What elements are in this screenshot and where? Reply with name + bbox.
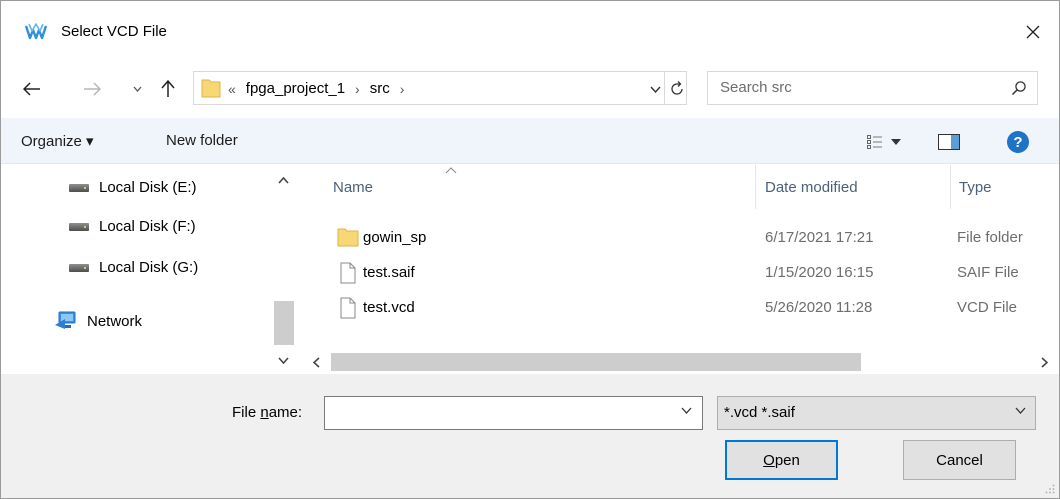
nav-item-local-disk-f[interactable]: Local Disk (F:) [69,218,196,235]
column-divider[interactable] [950,165,951,209]
nav-item-label: Local Disk (G:) [99,259,199,276]
cancel-button[interactable]: Cancel [903,440,1016,480]
file-type: SAIF File [957,264,1019,281]
search-input[interactable] [720,79,980,96]
file-icon [340,297,356,319]
nav-item-label: Local Disk (E:) [99,179,197,196]
file-row-test-vcd[interactable]: test.vcd 5/26/2020 11:28 VCD File [305,293,1059,323]
drive-icon [69,183,89,192]
navigation-pane: Local Disk (E:) Local Disk (F:) Local Di… [1,165,297,373]
label-hotkey: n [260,404,269,421]
column-header-name[interactable]: Name [333,179,373,196]
chevron-down-icon[interactable] [681,407,692,414]
open-button-label: Open [763,452,800,469]
file-type: File folder [957,229,1023,246]
file-name: test.saif [363,264,415,281]
file-type-filter-value: *.vcd *.saif [724,404,795,421]
address-bar[interactable]: « fpga_project_1 › src › [193,71,687,105]
file-date: 6/17/2021 17:21 [765,229,874,246]
search-box [707,71,1038,105]
file-row-test-saif[interactable]: test.saif 1/15/2020 16:15 SAIF File [305,258,1059,288]
label-text: File [232,404,261,421]
dialog-title: Select VCD File [61,23,167,40]
scroll-right-icon[interactable] [1041,357,1048,368]
search-icon[interactable] [1011,80,1027,96]
column-header-type[interactable]: Type [959,179,992,196]
chevron-down-icon [1015,407,1026,414]
gowin-logo-icon [25,23,47,40]
nav-item-network[interactable]: Network [53,311,142,331]
address-history-dropdown[interactable] [646,80,664,98]
recent-locations-button[interactable] [129,77,145,101]
navigation-pane-scrollbar[interactable] [271,165,297,373]
close-icon [1026,25,1040,39]
label-hotkey: O [763,451,775,469]
drive-icon [69,263,89,272]
breadcrumb-separator[interactable]: › [400,81,405,97]
refresh-icon [670,80,683,95]
refresh-button[interactable] [664,71,688,105]
title-bar: Select VCD File [1,1,1059,63]
back-button[interactable] [19,77,45,101]
scroll-down-icon[interactable] [278,357,289,364]
nav-item-label: Local Disk (F:) [99,218,196,235]
file-row-gowin-sp[interactable]: gowin_sp 6/17/2021 17:21 File folder [305,223,1059,253]
breadcrumb-overflow[interactable]: « [228,81,236,97]
file-date: 1/15/2020 16:15 [765,264,874,281]
scroll-up-icon[interactable] [278,177,289,184]
arrow-up-icon [161,80,175,97]
close-button[interactable] [1007,1,1059,63]
file-icon [340,262,356,284]
folder-icon [201,79,221,98]
scroll-left-icon[interactable] [313,357,320,368]
chevron-down-icon [649,86,661,93]
arrow-right-icon [84,82,101,96]
up-button[interactable] [157,77,179,101]
sort-ascending-icon [445,167,457,174]
column-divider[interactable] [755,165,756,209]
file-name-combobox[interactable] [324,396,703,430]
new-folder-button[interactable]: New folder [166,132,238,149]
command-toolbar: Organize ▾ New folder ? [1,118,1059,164]
help-button[interactable]: ? [1007,131,1029,153]
file-date: 5/26/2020 11:28 [765,299,873,316]
nav-item-local-disk-g[interactable]: Local Disk (G:) [69,259,198,276]
file-name: test.vcd [363,299,415,316]
label-text: ame: [268,404,303,421]
drive-icon [69,222,89,231]
file-name: gowin_sp [363,229,427,246]
resize-grip-icon[interactable] [1045,484,1055,494]
breadcrumb-item[interactable]: fpga_project_1 [246,80,345,97]
file-type: VCD File [957,299,1018,316]
preview-pane-icon[interactable] [938,134,960,150]
column-header-date-modified[interactable]: Date modified [765,179,858,196]
dialog-footer: File name: *.vcd *.saif Open Cancel [1,374,1059,498]
caret-down-icon [891,139,901,145]
label-text: pen [774,451,800,469]
nav-item-local-disk-e[interactable]: Local Disk (E:) [69,179,197,196]
chevron-down-icon [133,86,141,92]
breadcrumb: « fpga_project_1 › src › [228,80,404,97]
forward-button[interactable] [79,77,105,101]
details-view-icon [867,135,882,149]
nav-item-label: Network [87,312,143,330]
scrollbar-thumb[interactable] [274,301,294,345]
organize-menu-button[interactable]: Organize ▾ [21,132,94,150]
open-button[interactable]: Open [725,440,838,480]
network-icon [55,311,76,329]
folder-icon [337,228,359,247]
select-vcd-file-dialog: Select VCD File « fpga_project_1 › src ›… [0,0,1060,499]
file-list-scrollbar[interactable] [305,350,1059,374]
file-name-input[interactable] [331,404,661,421]
file-name-label: File name: [232,404,302,421]
breadcrumb-item[interactable]: src [370,80,390,97]
scrollbar-thumb[interactable] [331,353,861,371]
arrow-left-icon [23,82,40,96]
file-list: Name Date modified Type gowin_sp 6/17/20… [305,165,1059,373]
file-type-filter-select[interactable]: *.vcd *.saif [717,396,1036,430]
breadcrumb-separator[interactable]: › [355,81,360,97]
change-view-button[interactable] [867,131,919,153]
